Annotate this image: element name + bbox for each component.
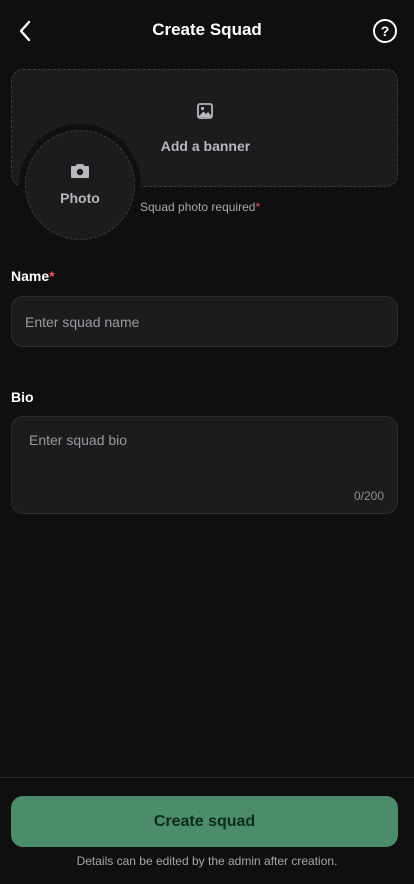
required-marker: *: [49, 268, 55, 284]
footer-note: Details can be edited by the admin after…: [76, 854, 338, 868]
name-label: Name*: [11, 268, 55, 284]
footer-divider: [0, 777, 414, 778]
name-label-text: Name: [11, 268, 50, 284]
question-circle-icon: ?: [380, 23, 390, 39]
help-button[interactable]: ?: [373, 19, 397, 43]
bio-char-counter: 0/200: [353, 489, 384, 503]
page-title: Create Squad: [152, 20, 262, 39]
bio-field: 0/200: [11, 416, 398, 514]
camera-icon: [71, 164, 89, 178]
squad-bio-input[interactable]: [12, 417, 397, 487]
image-icon: [197, 103, 213, 119]
bio-label: Bio: [11, 389, 34, 405]
required-marker: *: [255, 200, 261, 214]
create-squad-button[interactable]: Create squad: [11, 796, 398, 847]
photo-required-text: Squad photo required: [140, 200, 256, 214]
squad-name-input[interactable]: [11, 296, 398, 347]
add-photo-button[interactable]: Photo: [25, 130, 135, 240]
photo-required-note: Squad photo required*: [140, 200, 260, 214]
photo-label: Photo: [60, 190, 100, 206]
top-bar: Create Squad ?: [0, 0, 414, 62]
